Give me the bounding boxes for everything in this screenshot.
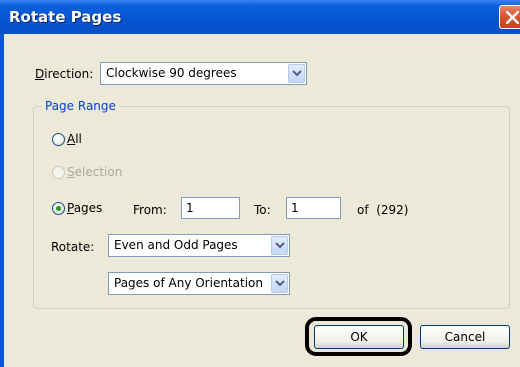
rotate-pages-dropdown-button[interactable] — [271, 236, 288, 255]
radio-pages-label: Pages — [67, 201, 103, 215]
from-input[interactable]: 1 — [181, 197, 240, 219]
window-border — [0, 34, 4, 367]
chevron-down-icon — [275, 242, 285, 249]
direction-dropdown-button[interactable] — [288, 64, 305, 83]
radio-selection[interactable] — [52, 166, 65, 179]
orientation-select[interactable]: Pages of Any Orientation — [108, 272, 290, 295]
page-count-label: of (292) — [357, 203, 409, 217]
dialog-title: Rotate Pages — [9, 8, 122, 26]
ok-button[interactable]: OK — [314, 325, 404, 349]
rotate-pages-select[interactable]: Even and Odd Pages — [108, 234, 290, 257]
chevron-down-icon — [292, 70, 302, 77]
to-value: 1 — [291, 201, 299, 215]
radio-all[interactable] — [52, 133, 65, 146]
direction-label: Direction: — [35, 67, 94, 81]
rotate-pages-value: Even and Odd Pages — [114, 238, 238, 252]
orientation-value: Pages of Any Orientation — [114, 276, 263, 290]
title-bar[interactable]: Rotate Pages — [0, 0, 520, 34]
chevron-down-icon — [275, 280, 285, 287]
rotate-label: Rotate: — [51, 240, 95, 254]
close-button[interactable] — [499, 5, 520, 29]
direction-select[interactable]: Clockwise 90 degrees — [100, 62, 307, 85]
radio-selection-label: Selection — [67, 165, 123, 179]
cancel-button[interactable]: Cancel — [420, 325, 510, 349]
close-icon — [506, 11, 519, 24]
from-label: From: — [133, 203, 167, 217]
radio-selected-dot — [56, 206, 61, 211]
radio-pages[interactable] — [52, 202, 65, 215]
to-label: To: — [254, 203, 271, 217]
page-range-title: Page Range — [42, 99, 119, 113]
orientation-dropdown-button[interactable] — [271, 274, 288, 293]
from-value: 1 — [186, 201, 194, 215]
radio-all-label: All — [67, 132, 82, 146]
to-input[interactable]: 1 — [286, 197, 341, 219]
direction-value: Clockwise 90 degrees — [106, 66, 237, 80]
rotate-pages-dialog: Rotate Pages Direction: Clockwise 90 deg… — [0, 0, 520, 367]
